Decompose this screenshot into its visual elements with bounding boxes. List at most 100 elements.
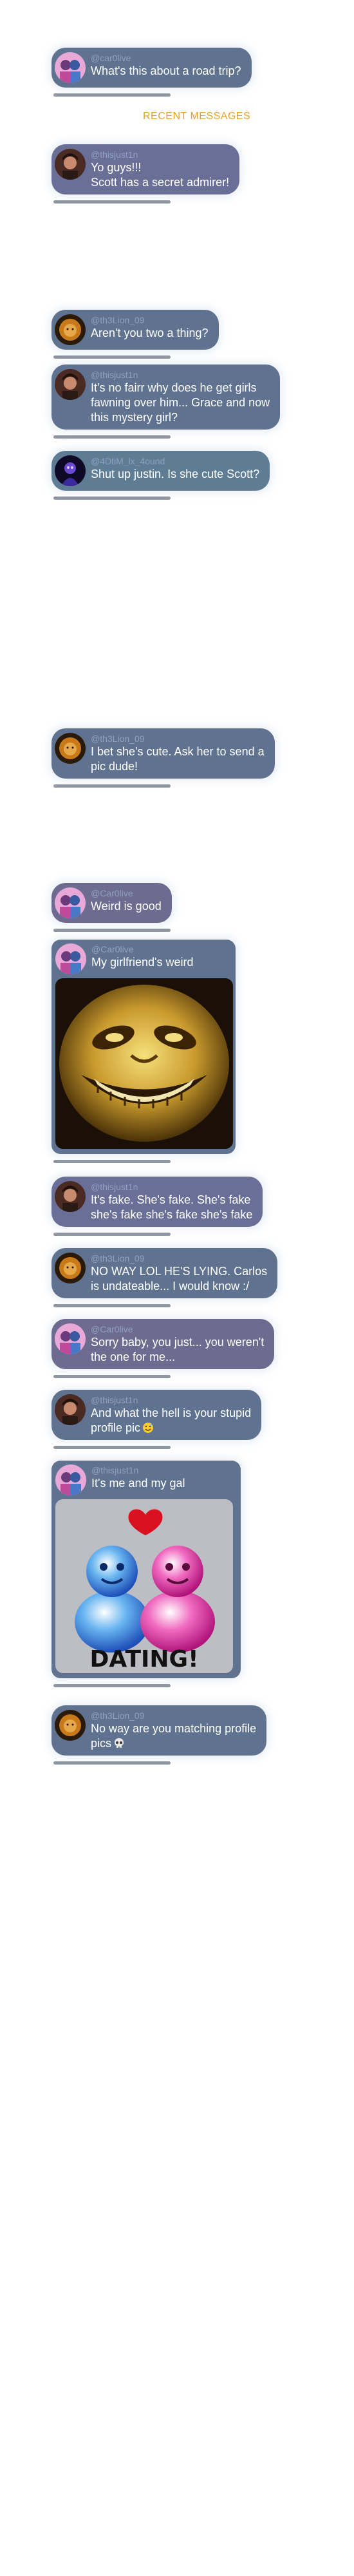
avatar-lion-icon[interactable]	[55, 1710, 86, 1741]
message-item[interactable]: @car0live What's this about a road trip?	[51, 48, 252, 97]
skull-icon	[115, 1738, 124, 1748]
message-item[interactable]: @th3Lion_09 NO WAY LOL HE'S LYING. Carlo…	[51, 1248, 278, 1307]
message-text: profile pic	[91, 1421, 141, 1434]
avatar-dark-hair-icon[interactable]	[55, 1181, 86, 1212]
message-username[interactable]: @thisjust1n	[91, 1395, 251, 1406]
message-username[interactable]: @car0live	[91, 53, 241, 64]
message-text: Sorry baby, you just... you weren't	[91, 1336, 265, 1349]
message-bubble[interactable]: @th3Lion_09 NO WAY LOL HE'S LYING. Carlo…	[51, 1248, 278, 1298]
message-underline	[53, 93, 171, 97]
message-text: fawning over him... Grace and now	[91, 396, 270, 409]
message-text: No way are you matching profile	[91, 1722, 257, 1735]
message-item[interactable]: @th3Lion_09 Aren't you two a thing?	[51, 310, 219, 359]
avatar-two-girls-icon[interactable]	[55, 1464, 86, 1495]
message-bubble[interactable]: @Car0live Sorry baby, you just... you we…	[51, 1319, 275, 1369]
message-bubble[interactable]: @thisjust1n And what the hell is your st…	[51, 1390, 262, 1440]
message-bubble[interactable]: @th3Lion_09 No way are you matching prof…	[51, 1705, 267, 1756]
message-username[interactable]: @th3Lion_09	[91, 1253, 267, 1264]
dating-image[interactable]: DATING!	[55, 1499, 233, 1673]
message-text: the one for me...	[91, 1350, 176, 1363]
message-username[interactable]: @thisjust1n	[91, 1182, 252, 1193]
message-username[interactable]: @thisjust1n	[91, 149, 229, 160]
message-underline	[53, 200, 171, 204]
message-text: pic dude!	[91, 760, 138, 773]
message-text: she's fake she's fake she's fake	[91, 1208, 253, 1221]
message-bubble[interactable]: @thisjust1n It's fake. She's fake. She's…	[51, 1177, 263, 1227]
message-item[interactable]: @4DtiM_lx_4ound Shut up justin. Is she c…	[51, 451, 270, 500]
message-text: Aren't you two a thing?	[91, 327, 209, 339]
message-text: Weird is good	[91, 900, 162, 913]
message-text-line: profile pic	[91, 1421, 251, 1435]
avatar-purple-figure-icon[interactable]	[55, 455, 86, 486]
avatar-dark-hair-icon[interactable]	[55, 149, 86, 180]
message-text: Shut up justin. Is she cute Scott?	[91, 468, 260, 480]
avatar-dark-hair-icon[interactable]	[55, 369, 86, 400]
message-item[interactable]: @Car0live My girlfriend's weird	[51, 940, 236, 1163]
message-text: My girlfriend's weird	[91, 956, 194, 969]
message-item[interactable]: @thisjust1n It's fake. She's fake. She's…	[51, 1177, 263, 1236]
message-underline	[53, 1761, 171, 1765]
message-item[interactable]: @Car0live Weird is good	[51, 883, 172, 932]
message-username[interactable]: @Car0live	[91, 888, 162, 899]
message-text: is undateable... I would know :/	[91, 1280, 250, 1293]
message-text: Scott has a secret admirer!	[91, 176, 230, 189]
message-underline	[53, 1684, 171, 1687]
message-text: this mystery girl?	[91, 411, 178, 424]
message-text: I bet she's cute. Ask her to send a	[91, 745, 265, 758]
message-text: pics	[91, 1737, 112, 1750]
message-text: What's this about a road trip?	[91, 64, 241, 77]
message-bubble[interactable]: @car0live What's this about a road trip?	[51, 48, 252, 88]
message-underline	[53, 1233, 171, 1236]
dating-image-text: DATING!	[90, 1646, 199, 1672]
message-item[interactable]: @thisjust1n Yo guys!!! Scott has a secre…	[51, 144, 240, 204]
message-underline	[53, 435, 171, 439]
message-item[interactable]: @Car0live Sorry baby, you just... you we…	[51, 1319, 275, 1378]
message-underline	[53, 1446, 171, 1449]
message-bubble[interactable]: @Car0live Weird is good	[51, 883, 172, 923]
message-bubble[interactable]: @Car0live My girlfriend's weird	[51, 940, 236, 1154]
message-underline	[53, 929, 171, 932]
avatar-two-girls-icon[interactable]	[55, 887, 86, 918]
message-underline	[53, 784, 171, 788]
sweat-smile-icon	[143, 1423, 154, 1433]
avatar-lion-icon[interactable]	[55, 733, 86, 764]
recent-messages-label: RECENT MESSAGES	[143, 111, 251, 122]
trollface-image[interactable]	[55, 978, 233, 1149]
message-username[interactable]: @thisjust1n	[91, 1465, 185, 1476]
avatar-lion-icon[interactable]	[55, 1253, 86, 1283]
message-item[interactable]: @th3Lion_09 I bet she's cute. Ask her to…	[51, 728, 275, 788]
message-bubble[interactable]: @thisjust1n Yo guys!!! Scott has a secre…	[51, 144, 240, 194]
message-underline	[53, 1304, 171, 1307]
message-text: It's no fairr why does he get girls	[91, 381, 257, 394]
avatar-dark-hair-icon[interactable]	[55, 1394, 86, 1425]
message-bubble[interactable]: @thisjust1n It's me and my gal DATING!	[51, 1461, 241, 1678]
avatar-two-girls-icon[interactable]	[55, 943, 86, 974]
message-text: It's fake. She's fake. She's fake	[91, 1193, 251, 1206]
message-bubble[interactable]: @th3Lion_09 Aren't you two a thing?	[51, 310, 219, 350]
message-underline	[53, 497, 171, 500]
message-bubble[interactable]: @thisjust1n It's no fairr why does he ge…	[51, 365, 281, 430]
message-username[interactable]: @th3Lion_09	[91, 734, 265, 744]
avatar-two-girls-icon[interactable]	[55, 52, 86, 83]
message-username[interactable]: @4DtiM_lx_4ound	[91, 456, 259, 467]
message-underline	[53, 1160, 171, 1163]
message-username[interactable]: @Car0live	[91, 944, 193, 955]
message-text: NO WAY LOL HE'S LYING. Carlos	[91, 1265, 268, 1278]
message-username[interactable]: @th3Lion_09	[91, 315, 209, 326]
message-username[interactable]: @th3Lion_09	[91, 1710, 256, 1721]
avatar-two-girls-icon[interactable]	[55, 1323, 86, 1354]
message-item[interactable]: @thisjust1n It's me and my gal DATING!	[51, 1461, 241, 1687]
message-text-line: pics	[91, 1736, 256, 1751]
message-item[interactable]: @th3Lion_09 No way are you matching prof…	[51, 1705, 267, 1765]
message-text: It's me and my gal	[91, 1477, 185, 1490]
avatar-lion-icon[interactable]	[55, 314, 86, 345]
message-item[interactable]: @thisjust1n And what the hell is your st…	[51, 1390, 262, 1449]
message-bubble[interactable]: @th3Lion_09 I bet she's cute. Ask her to…	[51, 728, 275, 779]
message-username[interactable]: @thisjust1n	[91, 370, 270, 381]
message-underline	[53, 355, 171, 359]
message-underline	[53, 1375, 171, 1378]
message-username[interactable]: @Car0live	[91, 1324, 264, 1335]
message-item[interactable]: @thisjust1n It's no fairr why does he ge…	[51, 365, 281, 439]
message-text: And what the hell is your stupid	[91, 1406, 252, 1419]
message-bubble[interactable]: @4DtiM_lx_4ound Shut up justin. Is she c…	[51, 451, 270, 491]
